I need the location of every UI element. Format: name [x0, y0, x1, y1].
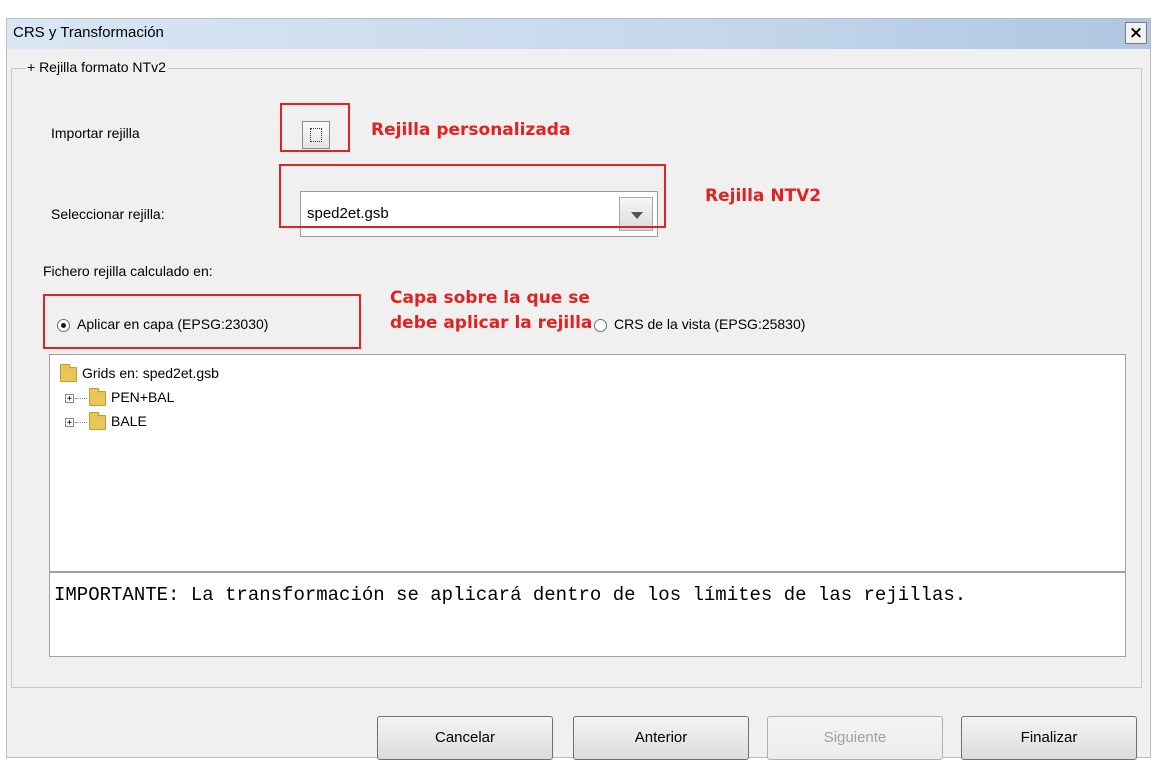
- finish-button[interactable]: Finalizar: [961, 716, 1137, 760]
- radio-view-crs[interactable]: [594, 319, 607, 332]
- window-title: CRS y Transformación: [13, 24, 164, 41]
- tree-root-label: Grids en: sped2et.gsb: [82, 365, 219, 381]
- grid-tree[interactable]: Grids en: sped2et.gsb + PEN+BAL + BALE: [49, 354, 1126, 572]
- radio-view-crs-label[interactable]: CRS de la vista (EPSG:25830): [614, 316, 805, 332]
- important-note-box: IMPORTANTE: La transformación se aplicar…: [49, 572, 1126, 657]
- layer-annotation-line2: debe aplicar la rejilla: [390, 313, 593, 333]
- folder-icon: [89, 387, 106, 406]
- cancel-button[interactable]: Cancelar: [377, 716, 553, 760]
- folder-icon: [89, 411, 106, 430]
- tree-item-label: BALE: [111, 413, 147, 429]
- tree-connector: [75, 421, 87, 423]
- back-button[interactable]: Anterior: [573, 716, 749, 760]
- folder-icon: [60, 363, 77, 382]
- next-button[interactable]: Siguiente: [767, 716, 943, 760]
- layer-annotation-line1: Capa sobre la que se: [390, 288, 590, 308]
- apply-layer-highlight: [43, 294, 361, 349]
- tree-item-bale[interactable]: + BALE: [65, 411, 147, 433]
- custom-grid-highlight: [280, 103, 350, 152]
- expand-icon[interactable]: +: [65, 393, 74, 403]
- ntv2-grid-highlight: [279, 164, 666, 228]
- ntv2-grid-annotation: Rejilla NTV2: [705, 186, 822, 206]
- import-grid-label: Importar rejilla: [51, 125, 140, 141]
- title-bar: CRS y Transformación ×: [7, 19, 1150, 49]
- close-button[interactable]: ×: [1125, 22, 1147, 44]
- tree-root-item[interactable]: Grids en: sped2et.gsb: [60, 363, 219, 385]
- calculated-in-label: Fichero rejilla calculado en:: [43, 263, 213, 279]
- tree-item-label: PEN+BAL: [111, 389, 175, 405]
- crs-transformation-dialog: CRS y Transformación × + Rejilla formato…: [6, 18, 1151, 760]
- tree-item-pen-bal[interactable]: + PEN+BAL: [65, 387, 175, 409]
- custom-grid-annotation: Rejilla personalizada: [371, 120, 571, 140]
- tree-connector: [75, 397, 87, 399]
- expand-icon[interactable]: +: [65, 417, 74, 427]
- select-grid-label: Seleccionar rejilla:: [51, 206, 165, 222]
- important-note-text: IMPORTANTE: La transformación se aplicar…: [54, 584, 967, 606]
- group-title: + Rejilla formato NTv2: [25, 59, 168, 75]
